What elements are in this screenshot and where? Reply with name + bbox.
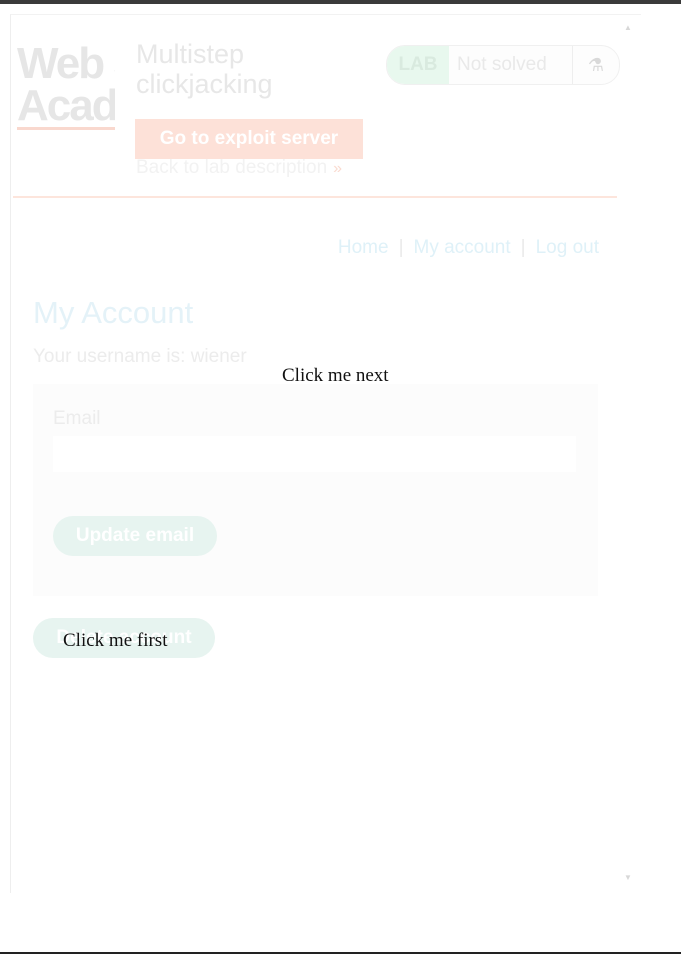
click-me-next-decoy: Click me next — [282, 365, 389, 386]
target-iframe[interactable]: ▲ Web Security Academy Multistep clickja… — [10, 14, 641, 893]
username-text: Your username is: wiener — [33, 346, 247, 367]
back-link-label: Back to lab description — [136, 157, 328, 178]
exploit-server-button[interactable]: Go to exploit server — [135, 119, 363, 159]
flask-icon: ⚗ — [572, 46, 619, 84]
top-border — [0, 0, 681, 4]
academy-logo[interactable]: Web Security Academy — [17, 43, 115, 131]
lab-title: Multistep clickjacking — [136, 39, 273, 99]
lab-badge: LAB — [387, 46, 449, 84]
bottom-border — [0, 952, 681, 954]
lab-status-widget: LAB Not solved ⚗ — [386, 45, 620, 85]
lab-title-line-2: clickjacking — [136, 69, 273, 99]
scroll-up-arrow-icon[interactable]: ▲ — [624, 23, 632, 32]
lab-title-line-1: Multistep — [136, 39, 245, 69]
change-email-form: Email Update email — [33, 384, 598, 596]
nav-my-account-link[interactable]: My account — [414, 237, 511, 258]
click-me-first-decoy: Click me first — [63, 630, 168, 651]
scroll-down-arrow-icon[interactable]: ▼ — [624, 873, 632, 882]
update-email-button[interactable]: Update email — [53, 516, 217, 556]
page-title: My Account — [33, 295, 194, 330]
logo-line-1: Web Security — [17, 43, 115, 88]
logo-underline — [17, 127, 115, 130]
email-label: Email — [53, 408, 101, 429]
nav-separator: | — [398, 237, 404, 258]
top-nav: Home | My account | Log out — [338, 237, 599, 259]
lab-status-text: Not solved — [457, 54, 547, 75]
back-to-description-link[interactable]: Back to lab description » — [136, 157, 342, 179]
email-field[interactable] — [53, 436, 576, 472]
double-chevron-right-icon: » — [333, 160, 343, 177]
nav-separator: | — [520, 237, 526, 258]
header-divider — [13, 196, 617, 198]
nav-home-link[interactable]: Home — [338, 237, 389, 258]
logo-line-2: Academy — [17, 81, 115, 130]
nav-logout-link[interactable]: Log out — [536, 237, 599, 258]
